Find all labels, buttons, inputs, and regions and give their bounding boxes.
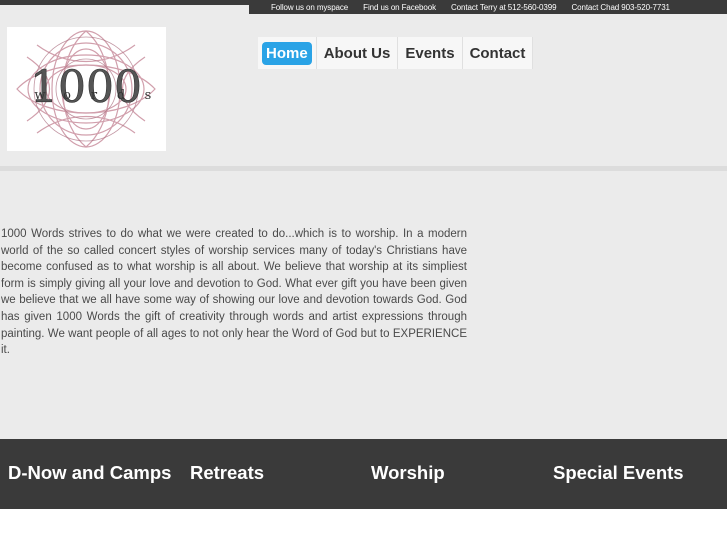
logo-letter-r: r bbox=[91, 88, 98, 103]
page-bottom bbox=[0, 509, 727, 545]
logo-letter-d: d bbox=[117, 88, 125, 103]
facebook-link[interactable]: Find us on Facebook bbox=[363, 3, 436, 12]
nav-contact[interactable]: Contact bbox=[462, 37, 534, 69]
nav-events[interactable]: Events bbox=[398, 37, 463, 69]
footer-link-special-events[interactable]: Special Events bbox=[553, 462, 684, 484]
intro-paragraph: 1000 Words strives to do what we were cr… bbox=[1, 228, 467, 357]
top-strip-dark bbox=[0, 0, 249, 5]
nav-events-label: Events bbox=[405, 44, 455, 62]
site-logo[interactable]: 1000 w o r d s bbox=[7, 27, 166, 151]
nav-about-us-label: About Us bbox=[323, 44, 391, 62]
footer-link-retreats[interactable]: Retreats bbox=[190, 462, 264, 484]
logo-letter-s: s bbox=[145, 88, 152, 103]
footer-bar: D-Now and Camps Retreats Worship Special… bbox=[0, 439, 727, 509]
nav-home[interactable]: Home bbox=[258, 37, 317, 69]
nav-about-us[interactable]: About Us bbox=[316, 37, 399, 69]
footer-link-worship[interactable]: Worship bbox=[371, 462, 445, 484]
top-link-bar: Follow us on myspace Find us on Facebook… bbox=[249, 0, 727, 14]
logo-letter-o: o bbox=[63, 88, 71, 103]
logo-letter-w: w bbox=[34, 88, 45, 103]
footer-link-dnow-camps[interactable]: D-Now and Camps bbox=[8, 462, 171, 484]
main-nav: Home About Us Events Contact bbox=[258, 37, 534, 69]
nav-home-label: Home bbox=[262, 41, 312, 65]
header-divider bbox=[0, 166, 727, 171]
nav-contact-label: Contact bbox=[469, 44, 526, 62]
contact-chad-link[interactable]: Contact Chad 903-520-7731 bbox=[571, 3, 670, 12]
myspace-link[interactable]: Follow us on myspace bbox=[271, 3, 348, 12]
logo-graphic: 1000 w o r d s bbox=[16, 30, 156, 148]
logo-number: 1000 bbox=[30, 62, 142, 113]
contact-terry-link[interactable]: Contact Terry at 512-560-0399 bbox=[451, 3, 557, 12]
